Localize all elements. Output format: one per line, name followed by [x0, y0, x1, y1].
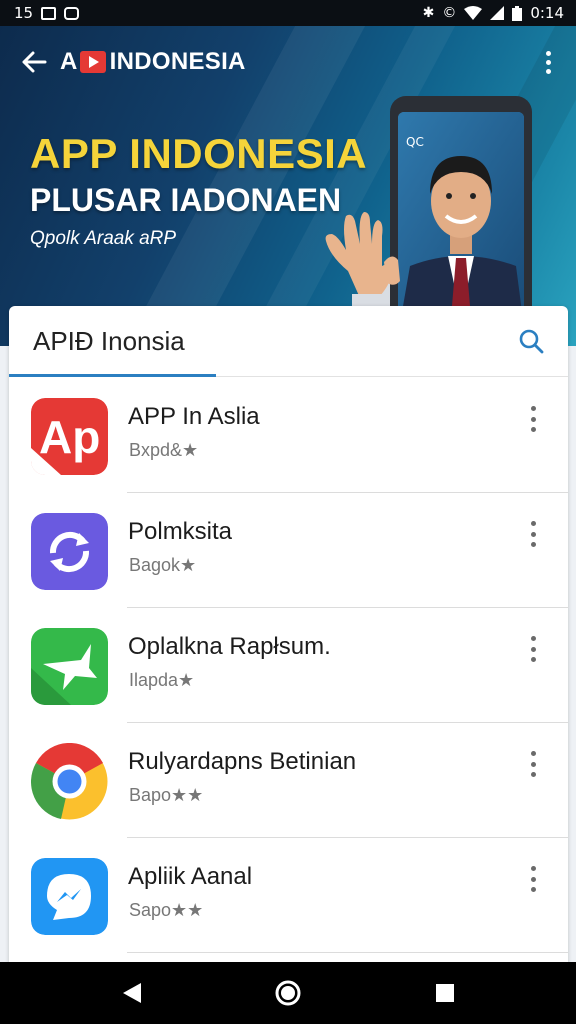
app-subtitle: Bagok★	[129, 555, 197, 575]
status-bar: 15 ✱ © 0:14	[0, 0, 576, 26]
search-input[interactable]: APIĐ Inonsia	[33, 326, 185, 357]
battery-icon	[512, 5, 523, 21]
app-title: Oplalkna Rapłsum.	[128, 633, 331, 660]
ap-red-icon: Ap	[31, 398, 108, 475]
brand-prefix: A	[60, 48, 78, 75]
notification-icon	[64, 6, 80, 20]
triangle-back-icon	[123, 983, 141, 1003]
app-subtitle: Bapo★★	[129, 785, 204, 805]
navigation-bar	[0, 962, 576, 1024]
brand-name: INDONESIA	[109, 48, 246, 75]
nav-back-button[interactable]	[117, 978, 147, 1008]
sync-icon: ©	[442, 5, 457, 21]
signal-icon	[490, 6, 505, 20]
app-title: Apliik Aanal	[128, 863, 253, 890]
list-item[interactable]: Oplalkna Rapłsum. Ilapda★	[9, 608, 568, 723]
status-time-left: 15	[14, 4, 34, 22]
nav-recents-button[interactable]	[430, 978, 460, 1008]
play-logo-icon	[79, 51, 106, 73]
app-subtitle: Bxpd&★	[129, 440, 199, 460]
search-icon[interactable]	[518, 328, 544, 354]
search-bar[interactable]: APIĐ Inonsia	[9, 306, 568, 377]
phone-screen-logo: QC	[406, 135, 424, 149]
image-icon	[41, 6, 57, 20]
item-menu-button[interactable]	[528, 636, 538, 662]
item-menu-button[interactable]	[528, 406, 538, 432]
hero-banner: A INDONESIA APP INDONESIA PLUSAR IADONAE…	[0, 26, 576, 346]
list-item[interactable]: Polmksita Bagok★	[9, 493, 568, 608]
list-item[interactable]: Apliik Aanal Sapo★★	[9, 838, 568, 953]
results-card: APIĐ Inonsia Ap APP In Aslia Bxpd&★ Polm…	[9, 306, 568, 966]
hero-title: APP INDONESIA	[30, 130, 368, 177]
bluetooth-icon: ✱	[422, 5, 435, 21]
item-menu-button[interactable]	[528, 866, 538, 892]
app-title: Rulyardapns Betinian	[128, 748, 357, 775]
back-button[interactable]	[20, 48, 48, 76]
app-subtitle: Ilapda★	[129, 670, 195, 690]
item-menu-button[interactable]	[528, 521, 538, 547]
star-green-icon	[31, 628, 108, 705]
app-title: Polmksita	[128, 518, 233, 545]
messenger-blue-icon	[31, 858, 108, 935]
search-underline	[9, 374, 216, 377]
app-brand: A INDONESIA	[60, 48, 246, 76]
square-recents-icon	[436, 984, 454, 1002]
chrome-icon	[31, 743, 108, 820]
wifi-icon	[464, 6, 483, 20]
list-item[interactable]: Ap APP In Aslia Bxpd&★	[9, 378, 568, 493]
sync-purple-icon	[31, 513, 108, 590]
list-item[interactable]: Rulyardapns Betinian Bapo★★	[9, 723, 568, 838]
app-subtitle: Sapo★★	[129, 900, 204, 920]
hero-subtitle: PLUSAR IADONAEN	[30, 182, 342, 218]
app-title: APP In Aslia	[128, 403, 260, 430]
nav-home-button[interactable]	[273, 978, 303, 1008]
svg-text:Ap: Ap	[39, 411, 100, 463]
app-list: Ap APP In Aslia Bxpd&★ Polmksita Bagok★	[9, 378, 568, 953]
hero-tagline: Qpolk Araak aRP	[30, 228, 177, 249]
back-arrow-icon	[22, 51, 47, 73]
status-clock: 0:14	[530, 4, 564, 22]
hero-illustration: QC	[325, 96, 545, 346]
item-menu-button[interactable]	[528, 751, 538, 777]
circle-home-icon	[275, 980, 301, 1006]
